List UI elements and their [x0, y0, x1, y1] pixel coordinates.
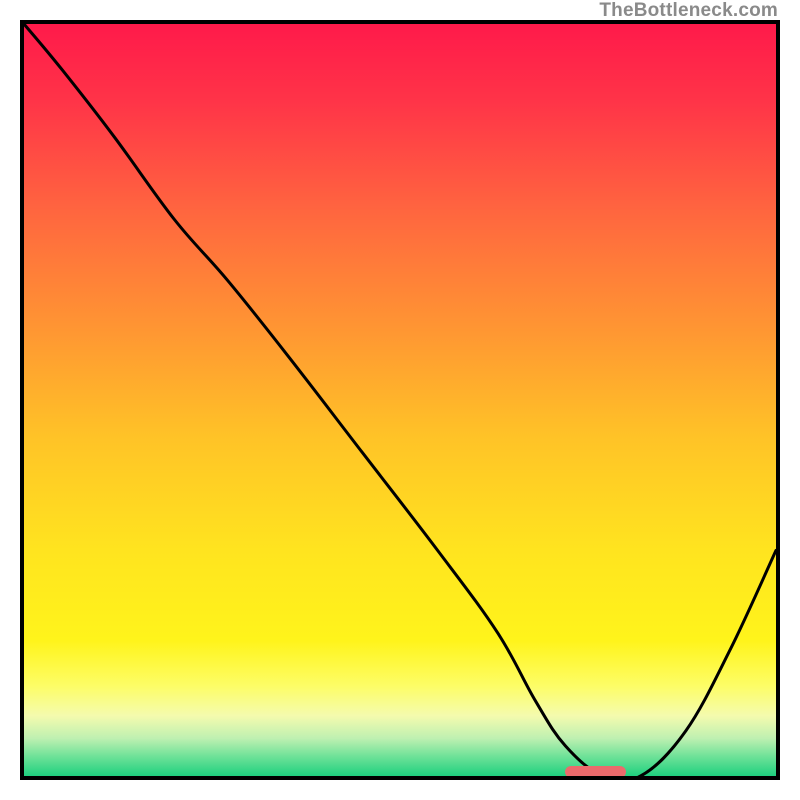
bottleneck-chart: TheBottleneck.com — [0, 0, 800, 800]
bottleneck-curve — [24, 24, 776, 776]
watermark-text: TheBottleneck.com — [599, 0, 778, 22]
plot-area — [20, 20, 780, 780]
optimal-marker — [565, 766, 625, 778]
